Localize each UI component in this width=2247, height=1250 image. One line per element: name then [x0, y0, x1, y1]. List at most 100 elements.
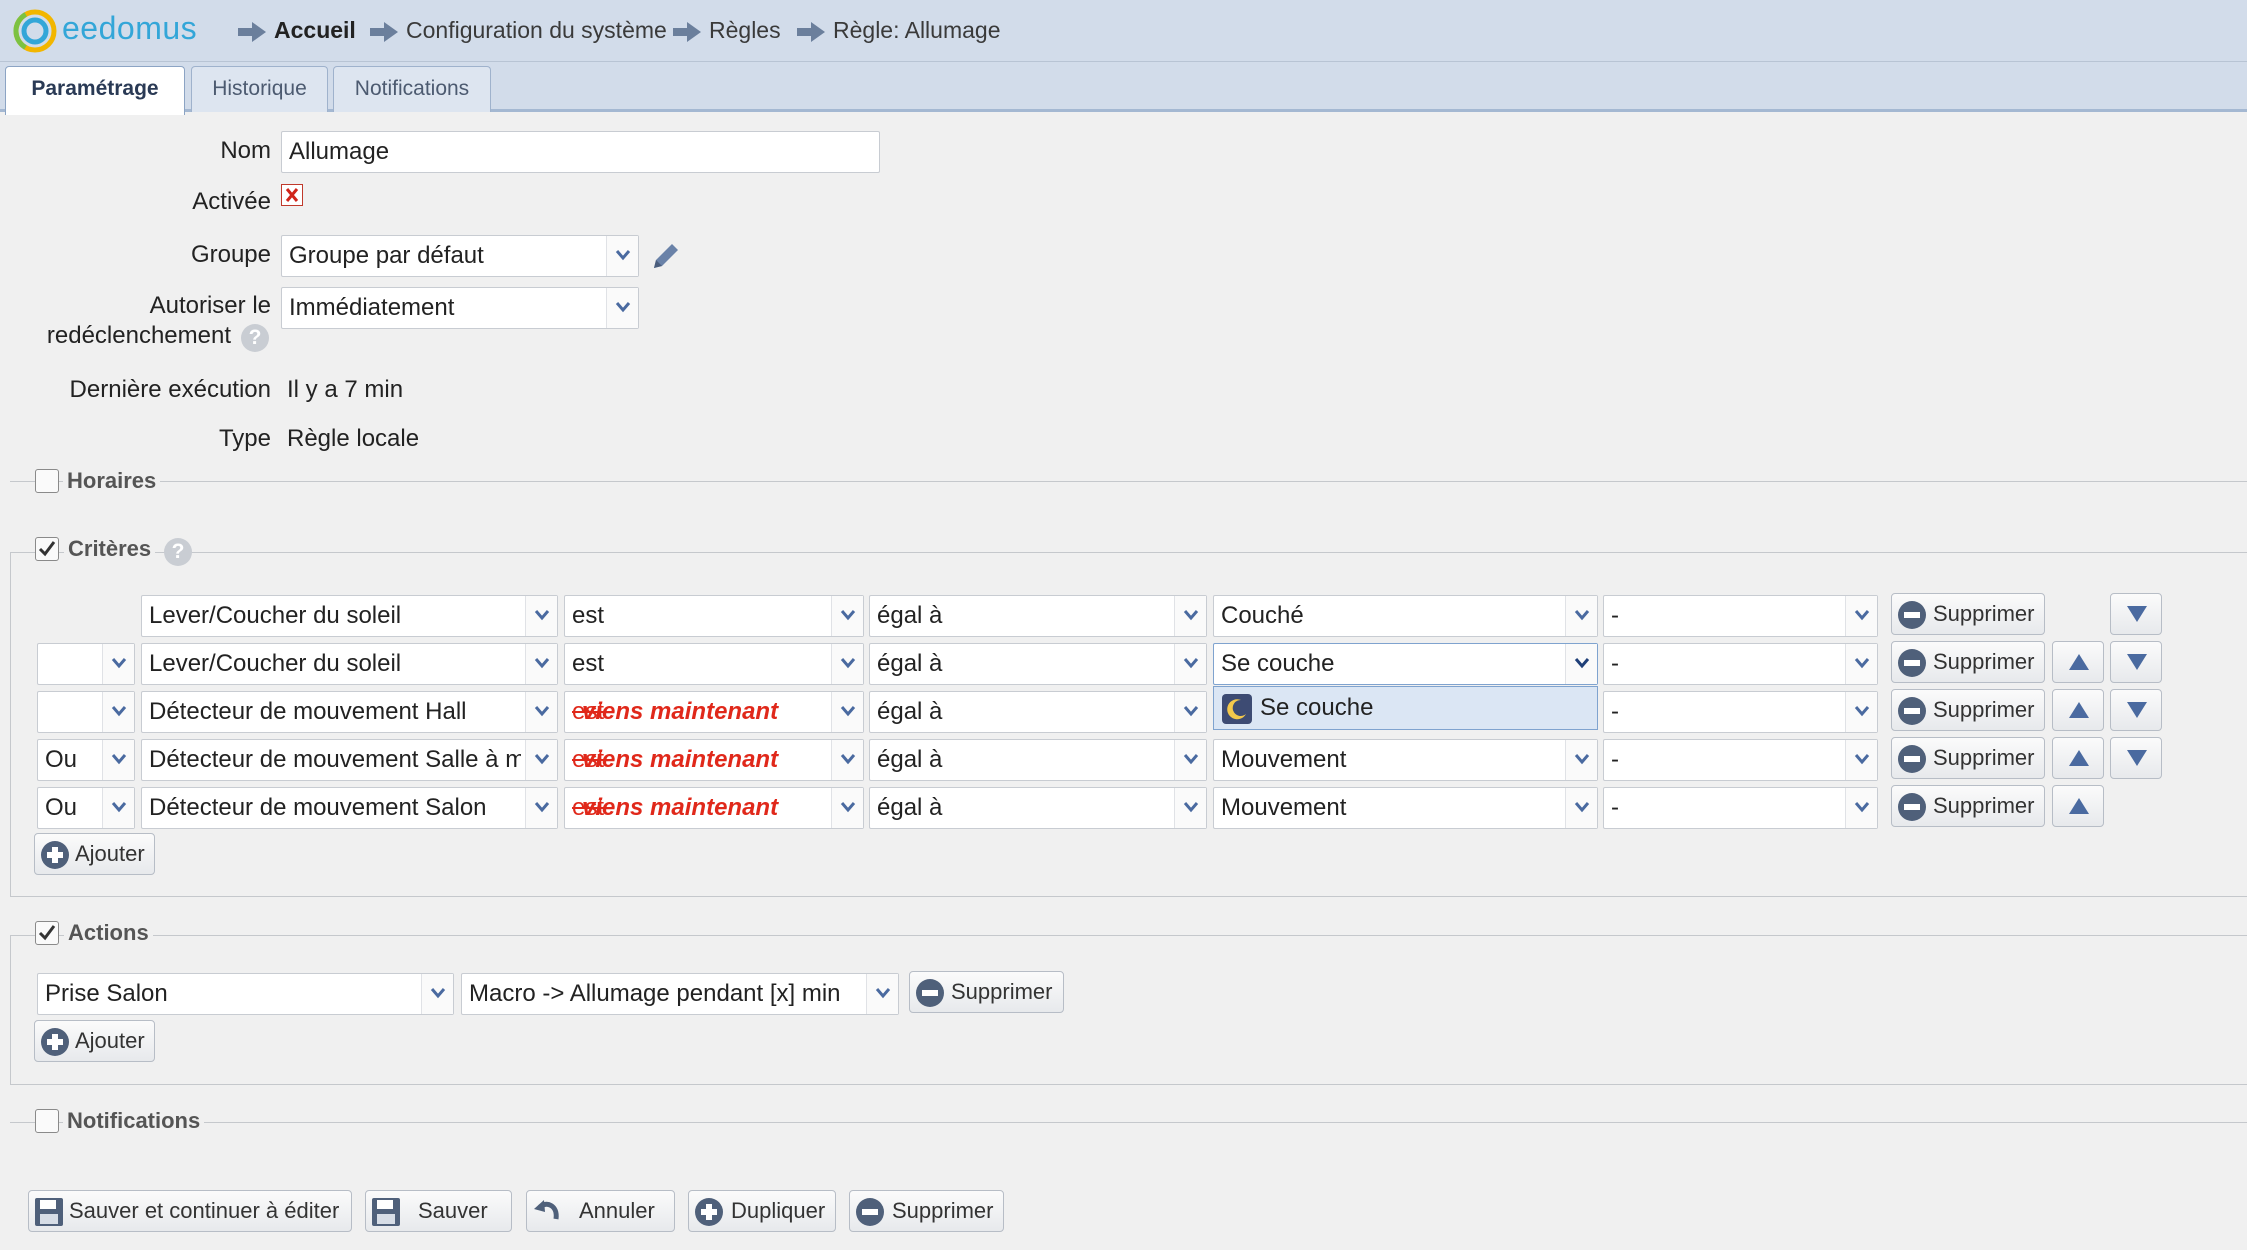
criteria-value-select-open[interactable]: Se couche [1213, 643, 1598, 685]
chevron-down-icon [534, 610, 550, 621]
criteria-device-select[interactable]: Détecteur de mouvement Hall [141, 691, 558, 733]
criteria-device-select[interactable]: Détecteur de mouvement Salon [141, 787, 558, 829]
move-down-button[interactable] [2110, 689, 2162, 731]
chevron-down-icon [1854, 658, 1870, 669]
criteria-logic-select[interactable]: EtOU [37, 643, 135, 685]
criteria-extra-select[interactable]: - [1603, 643, 1878, 685]
criteria-state-select[interactable]: estviens maintenant [564, 739, 864, 781]
nom-input[interactable]: Allumage [281, 131, 880, 173]
criteria-operator-select[interactable]: égal à [869, 691, 1207, 733]
actions-checkbox[interactable] [35, 921, 59, 945]
breadcrumb-accueil[interactable]: Accueil [238, 17, 356, 44]
checkmark-icon [38, 541, 56, 557]
notifications-legend: Notifications [63, 1108, 205, 1134]
criteria-state-select[interactable]: estviens maintenant [564, 787, 864, 829]
delete-button[interactable]: Supprimer [849, 1190, 1004, 1232]
activee-checkbox[interactable] [281, 184, 303, 206]
dropdown-option-se-couche[interactable]: Se couche [1213, 686, 1598, 730]
criteria-value-select[interactable]: Mouvement [1213, 787, 1598, 829]
move-down-button[interactable] [2110, 593, 2162, 635]
tab-historique[interactable]: Historique [191, 66, 328, 112]
save-continue-button[interactable]: Sauver et continuer à éditer [28, 1190, 352, 1232]
horaires-checkbox[interactable] [35, 469, 59, 493]
criteria-device-select[interactable]: Lever/Coucher du soleil [141, 595, 558, 637]
minus-circle-icon [1898, 745, 1926, 773]
groupe-select[interactable]: Groupe par défaut [281, 235, 639, 277]
breadcrumb-regle-allumage[interactable]: Règle: Allumage [797, 17, 1001, 44]
chevron-down-icon [1183, 610, 1199, 621]
ajouter-criteria-button[interactable]: Ajouter [34, 833, 155, 875]
chevron-down-icon [534, 658, 550, 669]
criteria-logic-select[interactable]: Ou [37, 739, 135, 781]
plus-circle-icon [41, 841, 69, 869]
move-up-button[interactable] [2052, 641, 2104, 683]
tab-notifications[interactable]: Notifications [333, 66, 491, 112]
criteria-state-select[interactable]: est [564, 643, 864, 685]
minus-circle-icon [1898, 601, 1926, 629]
move-up-button[interactable] [2052, 689, 2104, 731]
horaires-legend: Horaires [63, 468, 161, 494]
triangle-down-icon [2127, 750, 2147, 766]
ajouter-action-button[interactable]: Ajouter [34, 1020, 155, 1062]
move-down-button[interactable] [2110, 641, 2162, 683]
chevron-down-icon [111, 658, 127, 669]
criteria-logic-select[interactable]: OuET [37, 691, 135, 733]
triangle-up-icon [2069, 750, 2089, 766]
type-value: Règle locale [287, 425, 420, 452]
criteria-logic-select[interactable]: Ou [37, 787, 135, 829]
x-icon [285, 188, 299, 202]
autoriser-label-line1: Autoriser le [149, 292, 271, 319]
chevron-down-icon [1574, 610, 1590, 621]
duplicate-button[interactable]: Dupliquer [688, 1190, 836, 1232]
autoriser-select[interactable]: Immédiatement [281, 287, 639, 329]
criteria-operator-select[interactable]: égal à [869, 739, 1207, 781]
chevron-down-icon [1574, 802, 1590, 813]
supprimer-criteria-button[interactable]: Supprimer [1891, 641, 2045, 683]
triangle-up-icon [2069, 702, 2089, 718]
cancel-button[interactable]: Annuler [526, 1190, 675, 1232]
criteres-legend: Critères [64, 536, 156, 562]
plus-circle-icon [695, 1198, 723, 1226]
chevron-down-icon [840, 754, 856, 765]
criteres-checkbox[interactable] [35, 537, 59, 561]
action-device-select[interactable]: Prise Salon [37, 973, 454, 1015]
criteria-state-select[interactable]: est [564, 595, 864, 637]
breadcrumb-regles[interactable]: Règles [673, 17, 781, 44]
tab-parametrage[interactable]: Paramétrage [5, 66, 185, 115]
supprimer-criteria-button[interactable]: Supprimer [1891, 737, 2045, 779]
criteria-device-select[interactable]: Détecteur de mouvement Salle à m [141, 739, 558, 781]
actions-legend: Actions [64, 920, 153, 946]
action-command-select[interactable]: Macro -> Allumage pendant [x] min [461, 973, 899, 1015]
help-icon[interactable]: ? [241, 324, 269, 352]
save-button[interactable]: Sauver [365, 1190, 512, 1232]
chevron-down-icon [840, 706, 856, 717]
chevron-down-icon [1183, 658, 1199, 669]
criteria-operator-select[interactable]: égal à [869, 595, 1207, 637]
criteria-extra-select[interactable]: - [1603, 787, 1878, 829]
chevron-down-icon [1854, 754, 1870, 765]
criteria-extra-select[interactable]: - [1603, 691, 1878, 733]
criteria-device-select[interactable]: Lever/Coucher du soleil [141, 643, 558, 685]
supprimer-criteria-button[interactable]: Supprimer [1891, 689, 2045, 731]
supprimer-action-button[interactable]: Supprimer [909, 971, 1064, 1013]
pencil-edit-icon[interactable] [648, 238, 684, 274]
criteres-help-icon[interactable]: ? [164, 538, 192, 566]
supprimer-criteria-button[interactable]: Supprimer [1891, 593, 2045, 635]
criteria-value-select[interactable]: Mouvement [1213, 739, 1598, 781]
chevron-down-icon [1574, 754, 1590, 765]
move-down-button[interactable] [2110, 737, 2162, 779]
move-up-button[interactable] [2052, 737, 2104, 779]
criteria-extra-select[interactable]: - [1603, 739, 1878, 781]
criteria-operator-select[interactable]: égal à [869, 643, 1207, 685]
criteria-extra-select[interactable]: - [1603, 595, 1878, 637]
criteria-value-select[interactable]: Couché [1213, 595, 1598, 637]
criteria-state-select[interactable]: estviens maintenant [564, 691, 864, 733]
triangle-up-icon [2069, 798, 2089, 814]
move-up-button[interactable] [2052, 785, 2104, 827]
criteria-operator-select[interactable]: égal à [869, 787, 1207, 829]
minus-circle-icon [1898, 649, 1926, 677]
notifications-checkbox[interactable] [35, 1109, 59, 1133]
chevron-down-icon [534, 754, 550, 765]
breadcrumb-configuration[interactable]: Configuration du système [370, 17, 667, 44]
supprimer-criteria-button[interactable]: Supprimer [1891, 785, 2045, 827]
